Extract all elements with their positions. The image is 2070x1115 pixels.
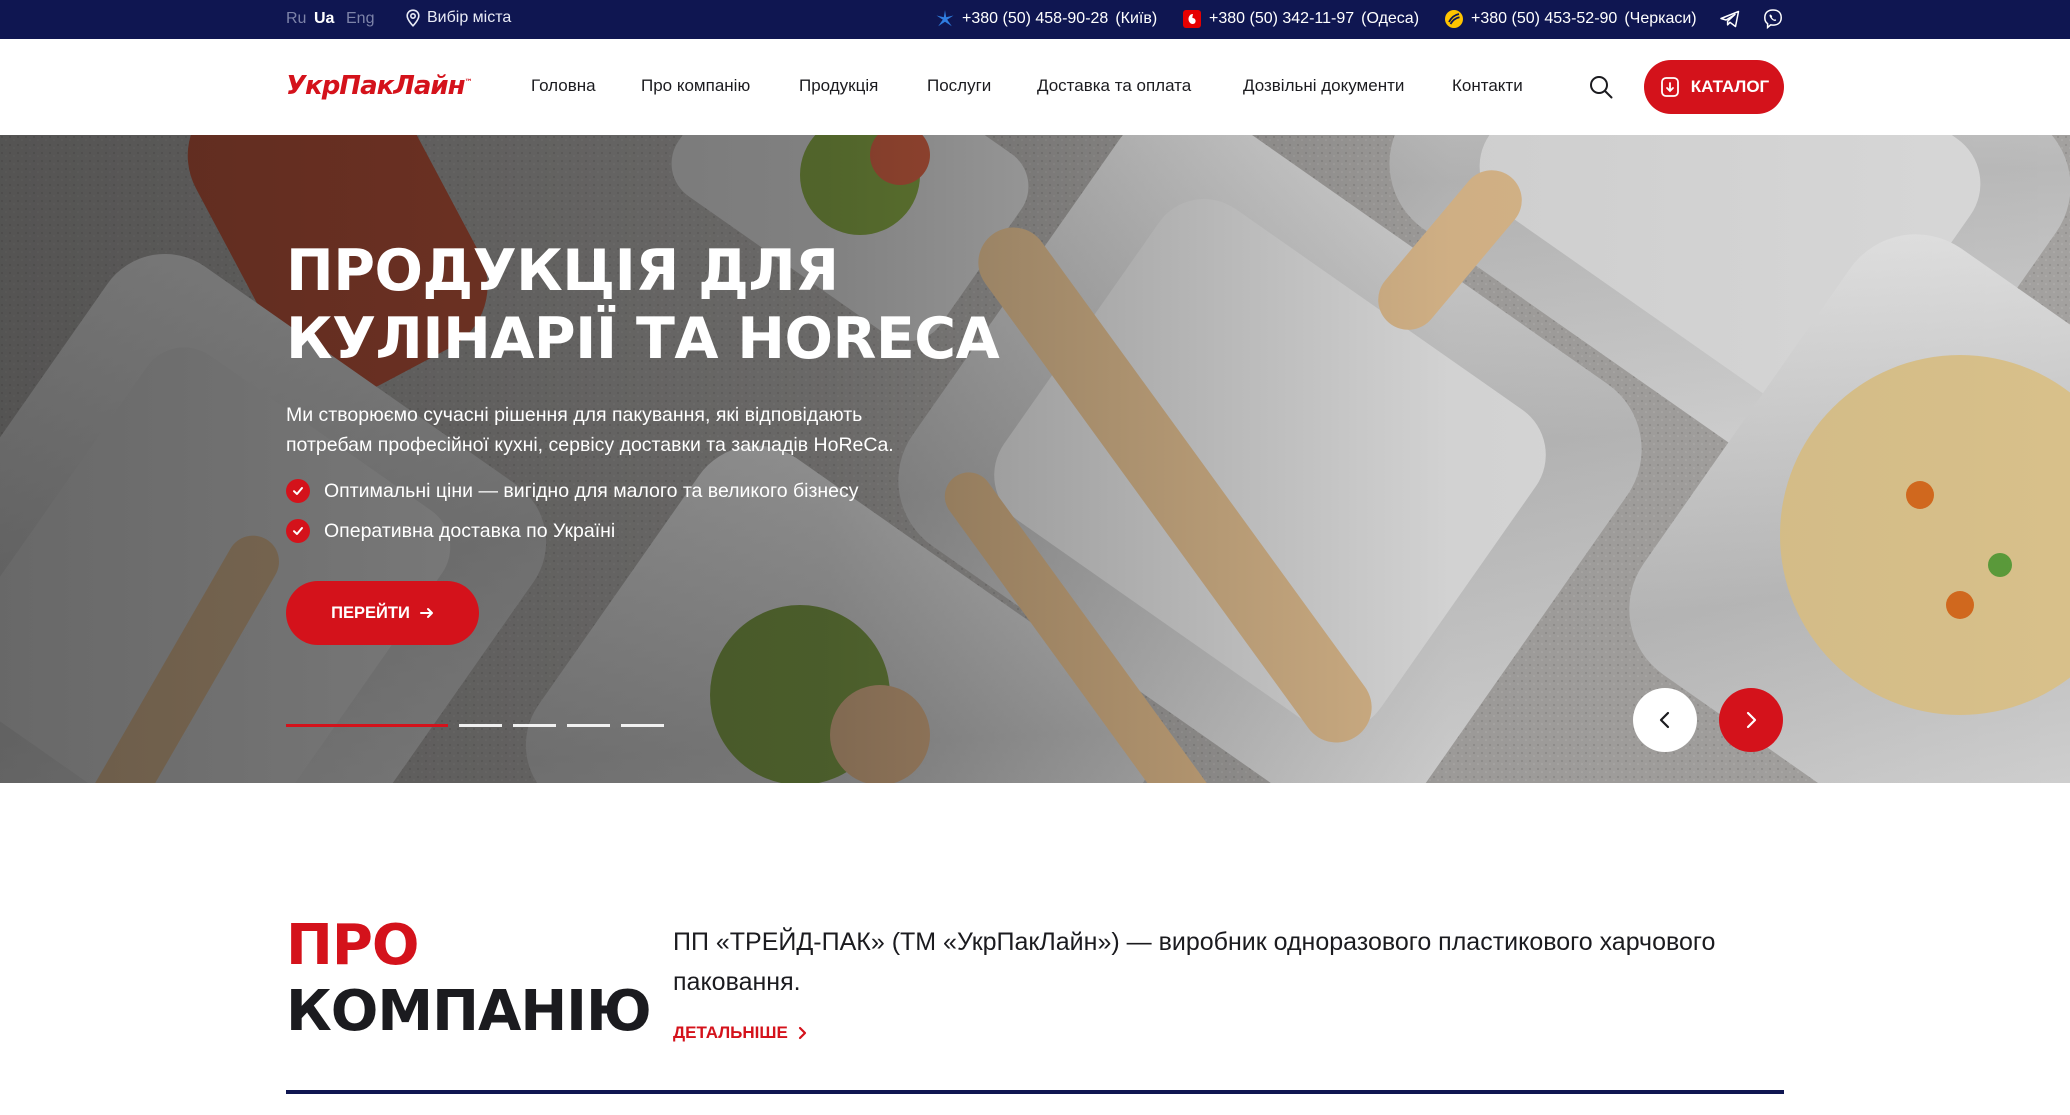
hero-bullet-delivery: Оперативна доставка по Україні (286, 519, 615, 543)
go-button-label: ПЕРЕЙТИ (331, 603, 410, 622)
language-ru[interactable]: Ru (286, 10, 306, 28)
phone-number: +380 (50) 342-11-97 (1209, 10, 1355, 27)
logo[interactable]: УкрПакЛайн™ (286, 71, 473, 101)
phone-kyiv[interactable]: +380 (50) 458-90-28 (Київ) (935, 9, 1157, 29)
language-ua[interactable]: Ua (314, 10, 334, 28)
slider-prev-button[interactable] (1633, 688, 1697, 752)
top-bar: Ru Ua Eng Вибір міста +380 (50) 458-90-2… (0, 0, 2070, 39)
slider-dot-4[interactable] (567, 724, 610, 727)
about-description-line: ПП «ТРЕЙД-ПАК» (ТМ «УкрПакЛайн») — вироб… (673, 928, 1716, 956)
nav-contacts[interactable]: Контакти (1452, 76, 1523, 96)
phone-city: (Одеса) (1361, 10, 1420, 27)
telegram-icon[interactable] (1719, 8, 1741, 30)
phone-city: (Київ) (1115, 10, 1158, 27)
phone-number: +380 (50) 453-52-90 (1471, 10, 1618, 27)
arrow-right-icon (419, 608, 433, 618)
nav-services[interactable]: Послуги (927, 76, 991, 96)
lifecell-icon (1445, 10, 1463, 28)
more-link-label: ДЕТАЛЬНІШЕ (673, 1023, 788, 1042)
hero-title: ПРОДУКЦІЯ ДЛЯ КУЛІНАРІЇ ТА HORECA (286, 237, 1006, 373)
about-title: ПРО КОМПАНІЮ (286, 913, 652, 1045)
viber-icon[interactable] (1762, 8, 1784, 30)
logo-text: УкрПакЛайн (286, 71, 466, 101)
nav-documents[interactable]: Дозвільні документи (1243, 76, 1404, 96)
about-title-dark: КОМПАНІЮ (286, 979, 652, 1044)
city-selector[interactable]: Вибір міста (405, 9, 511, 27)
city-label: Вибір міста (427, 9, 512, 26)
checkmark-icon (286, 519, 310, 543)
catalog-label: КАТАЛОГ (1690, 77, 1770, 96)
hero-slider: ПРОДУКЦІЯ ДЛЯ КУЛІНАРІЇ ТА HORECA Ми ств… (0, 135, 2070, 783)
checkmark-icon (286, 479, 310, 503)
nav-home[interactable]: Головна (531, 76, 596, 96)
chevron-right-icon (1746, 711, 1757, 729)
main-header: УкрПакЛайн™ Головна Про компанію Продукц… (0, 39, 2070, 135)
chevron-left-icon (1659, 711, 1670, 729)
language-eng[interactable]: Eng (346, 10, 374, 28)
kyivstar-icon (936, 10, 954, 27)
about-title-red: ПРО (286, 913, 420, 978)
hero-go-button[interactable]: ПЕРЕЙТИ (286, 581, 479, 645)
phone-cherkasy[interactable]: +380 (50) 453-52-90 (Черкаси) (1444, 9, 1697, 29)
hero-description: Ми створюємо сучасні рішення для пакуван… (286, 400, 946, 460)
phone-city: (Черкаси) (1624, 10, 1697, 27)
phone-odesa[interactable]: +380 (50) 342-11-97 (Одеса) (1182, 9, 1419, 29)
about-description-line: паковання. (673, 968, 801, 996)
trademark-mark: ™ (464, 77, 473, 87)
phone-number: +380 (50) 458-90-28 (962, 10, 1109, 27)
about-more-link[interactable]: ДЕТАЛЬНІШЕ (673, 1023, 808, 1043)
slider-dot-5[interactable] (621, 724, 664, 727)
slider-dot-2[interactable] (459, 724, 502, 727)
slider-dot-1[interactable] (286, 724, 448, 727)
slider-dot-3[interactable] (513, 724, 556, 727)
catalog-button[interactable]: КАТАЛОГ (1644, 60, 1784, 114)
bullet-text: Оптимальні ціни — вигідно для малого та … (324, 479, 859, 502)
chevron-right-icon (798, 1026, 806, 1040)
nav-about[interactable]: Про компанію (641, 76, 750, 96)
nav-products[interactable]: Продукція (799, 76, 878, 96)
slider-next-button[interactable] (1719, 688, 1783, 752)
vodafone-icon (1183, 10, 1201, 28)
about-description: ПП «ТРЕЙД-ПАК» (ТМ «УкрПакЛайн») — вироб… (673, 922, 1793, 1002)
hero-title-line: ПРОДУКЦІЯ ДЛЯ (286, 238, 839, 304)
bullet-text: Оперативна доставка по Україні (324, 519, 616, 542)
catalog-icon (1660, 77, 1679, 97)
hero-bullet-prices: Оптимальні ціни — вигідно для малого та … (286, 479, 859, 503)
section-divider (286, 1090, 1784, 1094)
search-icon[interactable] (1588, 74, 1614, 100)
location-pin-icon (406, 9, 420, 27)
hero-description-line: потребам професійної кухні, сервісу дост… (286, 434, 894, 456)
nav-delivery[interactable]: Доставка та оплата (1037, 76, 1191, 96)
hero-title-line: КУЛІНАРІЇ ТА HORECA (286, 306, 1000, 372)
hero-description-line: Ми створюємо сучасні рішення для пакуван… (286, 404, 863, 426)
